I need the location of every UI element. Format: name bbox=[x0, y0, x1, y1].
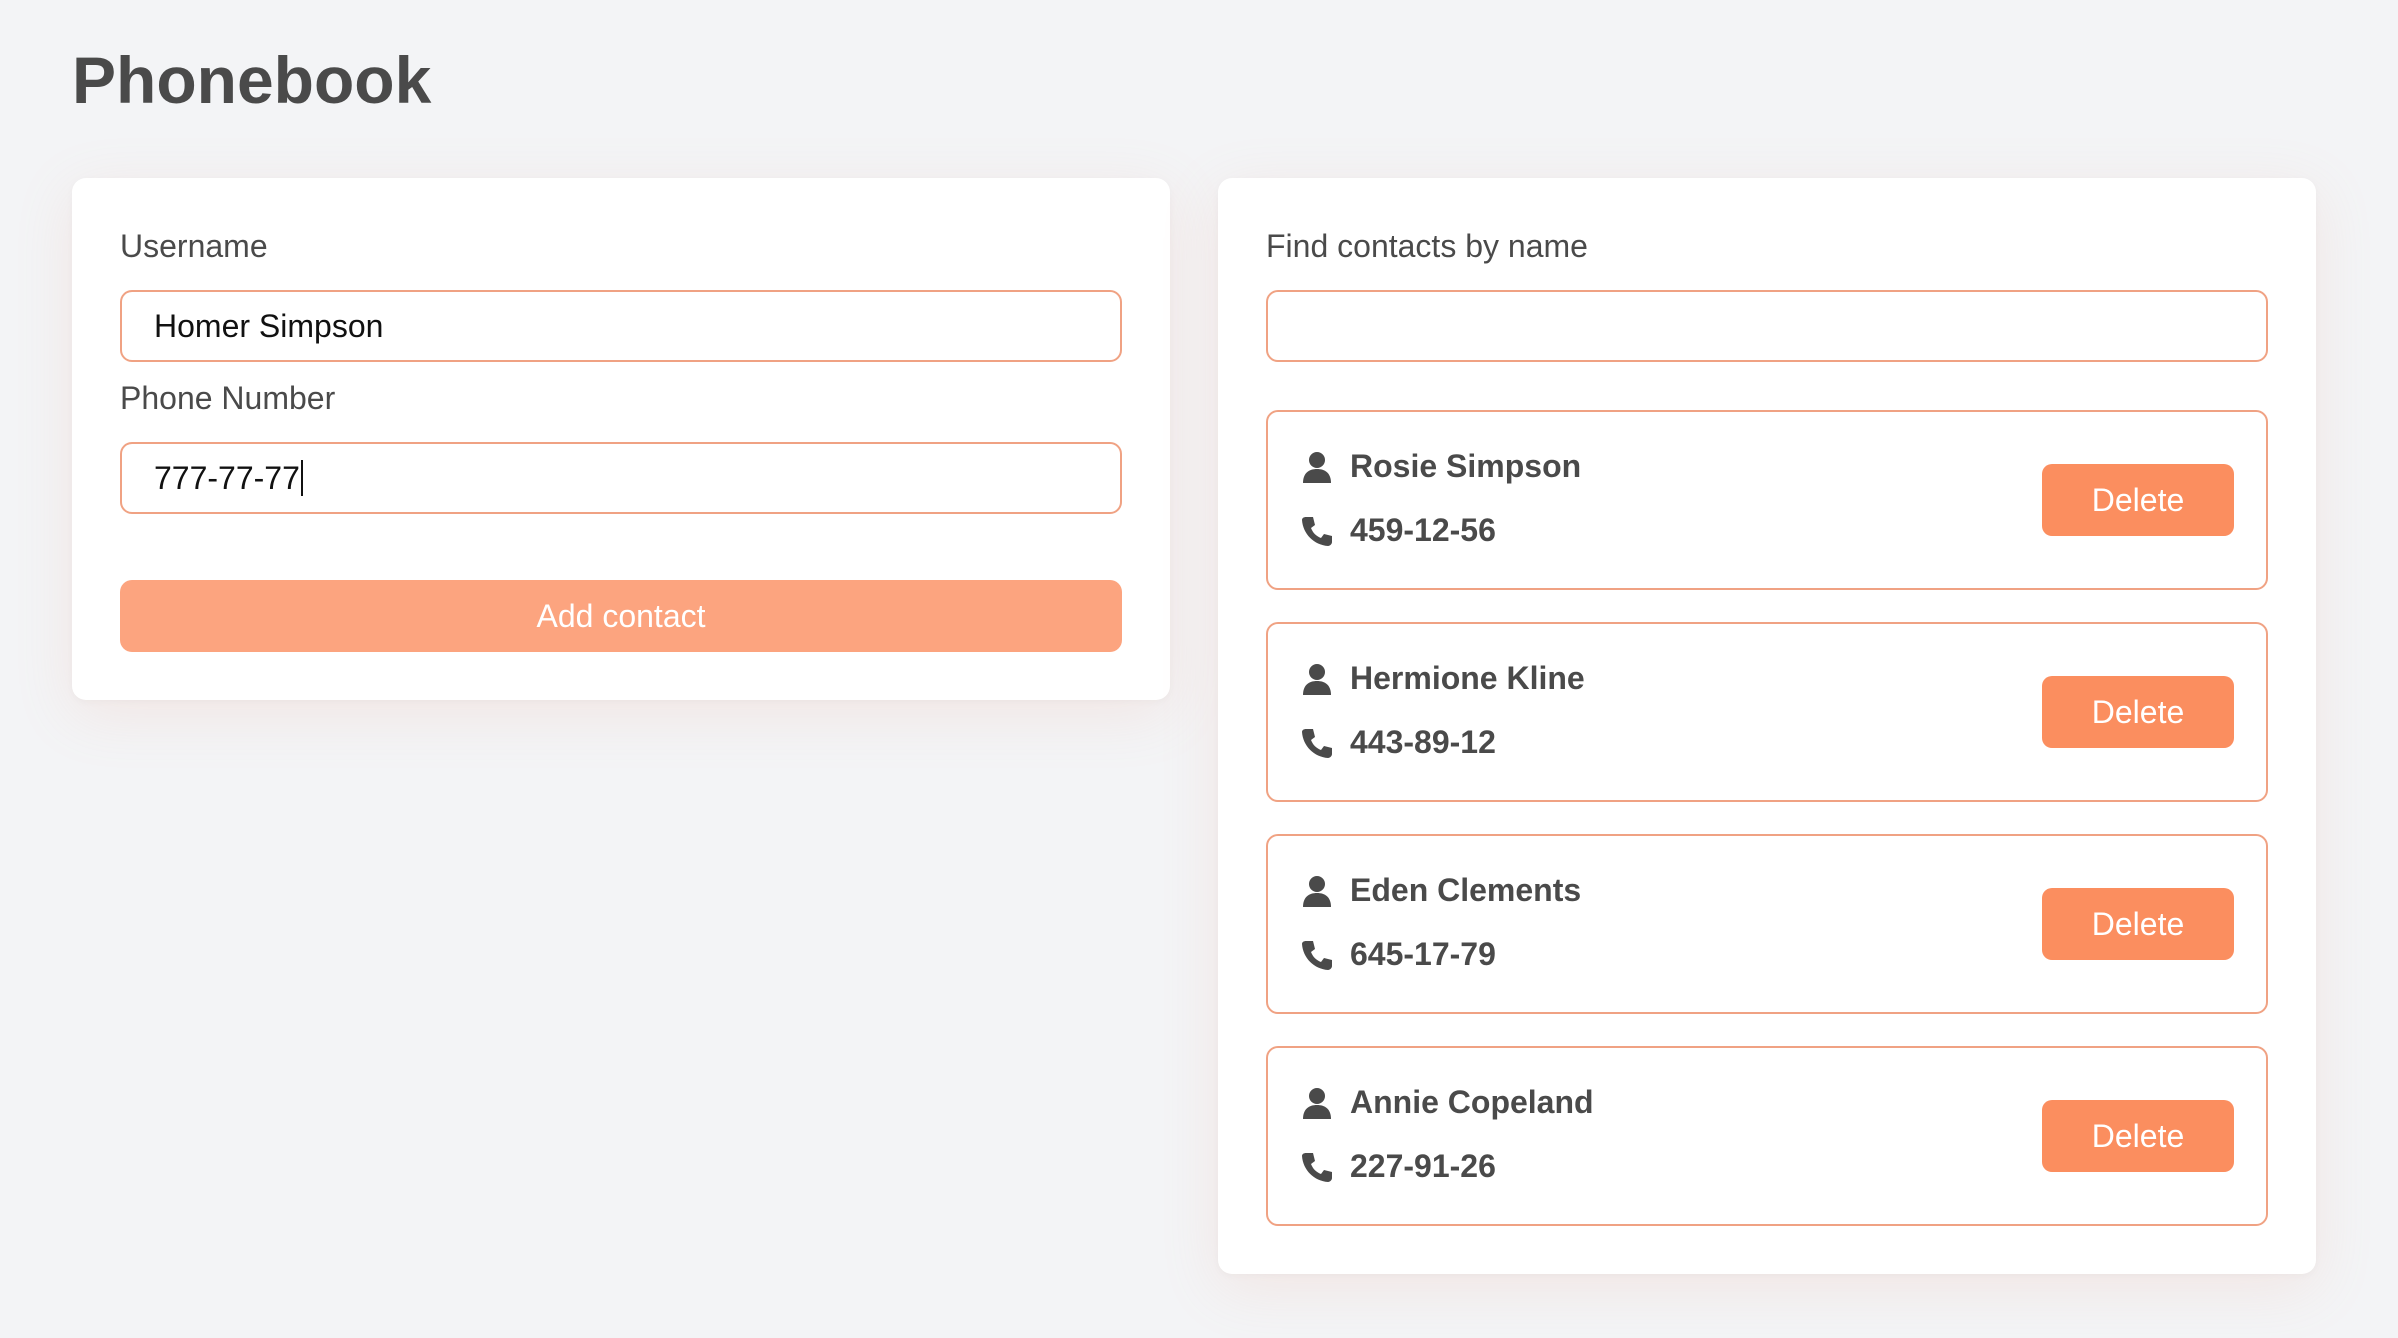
phone-icon bbox=[1300, 726, 1334, 760]
person-icon bbox=[1300, 1086, 1334, 1120]
phone-number-label: Phone Number bbox=[120, 380, 336, 416]
filter-input[interactable] bbox=[1266, 290, 2268, 362]
username-input[interactable]: Homer Simpson bbox=[120, 290, 1122, 362]
person-icon bbox=[1300, 662, 1334, 696]
contact-name: Annie Copeland bbox=[1350, 1084, 1594, 1120]
username-value: Homer Simpson bbox=[154, 307, 384, 344]
contact-name: Eden Clements bbox=[1350, 872, 1582, 908]
contact-item: Eden Clements 645-17-79 Delete bbox=[1266, 834, 2268, 1014]
username-label: Username bbox=[120, 228, 268, 264]
filter-label: Find contacts by name bbox=[1266, 228, 1588, 264]
text-caret bbox=[300, 460, 303, 496]
phone-number-value: 777-77-77 bbox=[154, 459, 300, 496]
contact-item: Annie Copeland 227-91-26 Delete bbox=[1266, 1046, 2268, 1226]
contact-phone: 645-17-79 bbox=[1350, 936, 1496, 972]
contact-phone: 227-91-26 bbox=[1350, 1148, 1496, 1184]
person-icon bbox=[1300, 874, 1334, 908]
delete-button[interactable]: Delete bbox=[2042, 464, 2234, 536]
contact-phone: 443-89-12 bbox=[1350, 724, 1496, 760]
page-title: Phonebook bbox=[72, 43, 432, 117]
phone-number-input[interactable]: 777-77-77 bbox=[120, 442, 1122, 514]
add-contact-button[interactable]: Add contact bbox=[120, 580, 1122, 652]
phone-icon bbox=[1300, 938, 1334, 972]
contact-name: Hermione Kline bbox=[1350, 660, 1585, 696]
contact-item: Hermione Kline 443-89-12 Delete bbox=[1266, 622, 2268, 802]
contact-item: Rosie Simpson 459-12-56 Delete bbox=[1266, 410, 2268, 590]
contact-phone: 459-12-56 bbox=[1350, 512, 1496, 548]
person-icon bbox=[1300, 450, 1334, 484]
add-contact-form: Username Homer Simpson Phone Number 777-… bbox=[72, 178, 1170, 700]
delete-button[interactable]: Delete bbox=[2042, 676, 2234, 748]
phone-icon bbox=[1300, 514, 1334, 548]
phone-icon bbox=[1300, 1150, 1334, 1184]
contact-name: Rosie Simpson bbox=[1350, 448, 1582, 484]
delete-button[interactable]: Delete bbox=[2042, 888, 2234, 960]
delete-button[interactable]: Delete bbox=[2042, 1100, 2234, 1172]
contacts-panel: Find contacts by name Rosie Simpson 459-… bbox=[1218, 178, 2316, 1274]
